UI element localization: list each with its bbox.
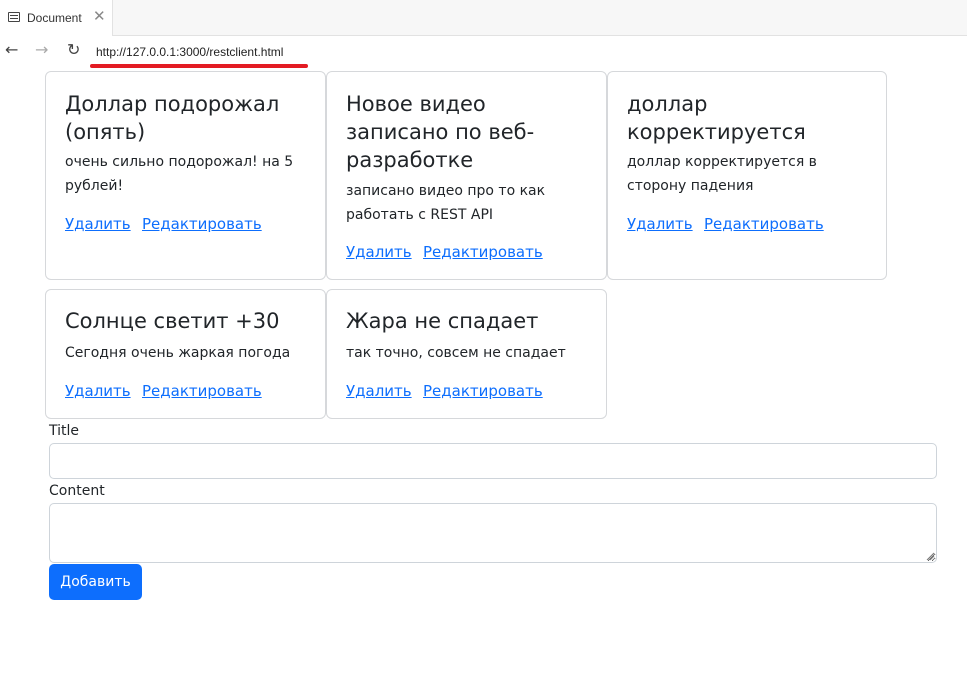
card-text: записано видео про то как работать с RES… (346, 183, 546, 223)
card-title: Доллар подорожал (опять) (65, 92, 280, 144)
card-text: доллар корректируется в сторону падения (627, 154, 817, 194)
card-title: доллар корректируется (627, 92, 806, 144)
edit-link[interactable]: Редактировать (142, 382, 262, 400)
document-icon (8, 12, 20, 22)
card-text: так точно, совсем не спадает (346, 345, 566, 361)
back-arrow-icon[interactable]: ← (5, 41, 18, 59)
url-highlight-underline (90, 64, 308, 68)
card-text: очень сильно подорожал! на 5 рублей! (65, 154, 294, 194)
card-text: Сегодня очень жаркая погода (65, 345, 291, 361)
card-title: Жара не спадает (346, 309, 539, 333)
post-card: Доллар подорожал (опять) очень сильно по… (45, 71, 326, 280)
delete-link[interactable]: Удалить (65, 215, 131, 233)
content-label: Content (49, 483, 105, 499)
tab-title: Document (27, 11, 82, 25)
card-title: Новое видео записано по веб-разработке (346, 92, 535, 172)
title-label: Title (49, 423, 80, 439)
tab-strip: Document ✕ (0, 0, 967, 36)
post-card: доллар корректируется доллар корректируе… (607, 71, 887, 280)
content-textarea[interactable] (49, 503, 937, 563)
resize-grip-icon[interactable] (925, 551, 935, 561)
add-button[interactable]: Добавить (49, 564, 142, 600)
address-bar-url[interactable]: http://127.0.0.1:3000/restclient.html (96, 45, 283, 59)
reload-icon[interactable]: ↻ (67, 41, 80, 59)
post-card: Жара не спадает так точно, совсем не спа… (326, 289, 607, 419)
post-card: Солнце светит +30 Сегодня очень жаркая п… (45, 289, 326, 419)
browser-tab[interactable]: Document ✕ (0, 0, 113, 36)
close-tab-icon[interactable]: ✕ (93, 8, 106, 24)
delete-link[interactable]: Удалить (65, 382, 131, 400)
edit-link[interactable]: Редактировать (142, 215, 262, 233)
edit-link[interactable]: Редактировать (704, 215, 824, 233)
delete-link[interactable]: Удалить (627, 215, 693, 233)
delete-link[interactable]: Удалить (346, 243, 412, 261)
card-title: Солнце светит +30 (65, 309, 280, 333)
title-input[interactable] (49, 443, 937, 479)
edit-link[interactable]: Редактировать (423, 382, 543, 400)
forward-arrow-icon[interactable]: → (35, 41, 48, 59)
post-card: Новое видео записано по веб-разработке з… (326, 71, 607, 280)
delete-link[interactable]: Удалить (346, 382, 412, 400)
edit-link[interactable]: Редактировать (423, 243, 543, 261)
